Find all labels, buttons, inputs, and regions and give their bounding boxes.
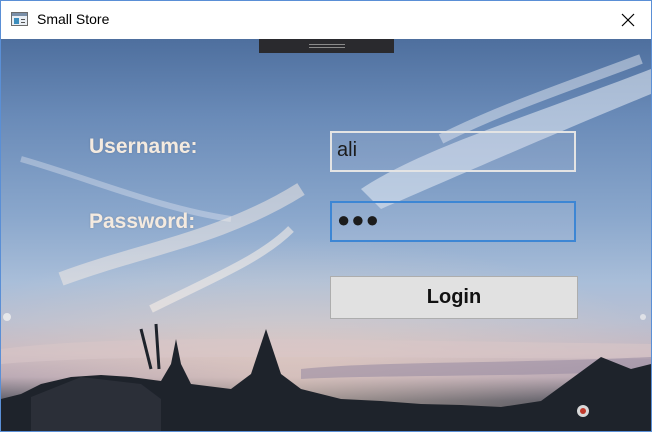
- title-bar[interactable]: Small Store: [1, 1, 651, 39]
- username-label: Username:: [89, 135, 198, 158]
- password-label: Password:: [89, 210, 196, 233]
- login-panel: Username: ali Password: ●●● Login: [1, 39, 651, 431]
- close-button[interactable]: [605, 1, 651, 39]
- app-window: Small Store Username: ali Password: ●●● …: [0, 0, 652, 432]
- login-button[interactable]: Login: [330, 276, 578, 319]
- username-input[interactable]: ali: [330, 131, 576, 172]
- drag-handle[interactable]: [259, 39, 394, 53]
- window-title: Small Store: [37, 11, 110, 27]
- password-input[interactable]: ●●●: [330, 201, 576, 242]
- app-window-icon: [11, 12, 28, 26]
- drag-handle-icon: [309, 44, 345, 45]
- close-icon: [621, 13, 635, 27]
